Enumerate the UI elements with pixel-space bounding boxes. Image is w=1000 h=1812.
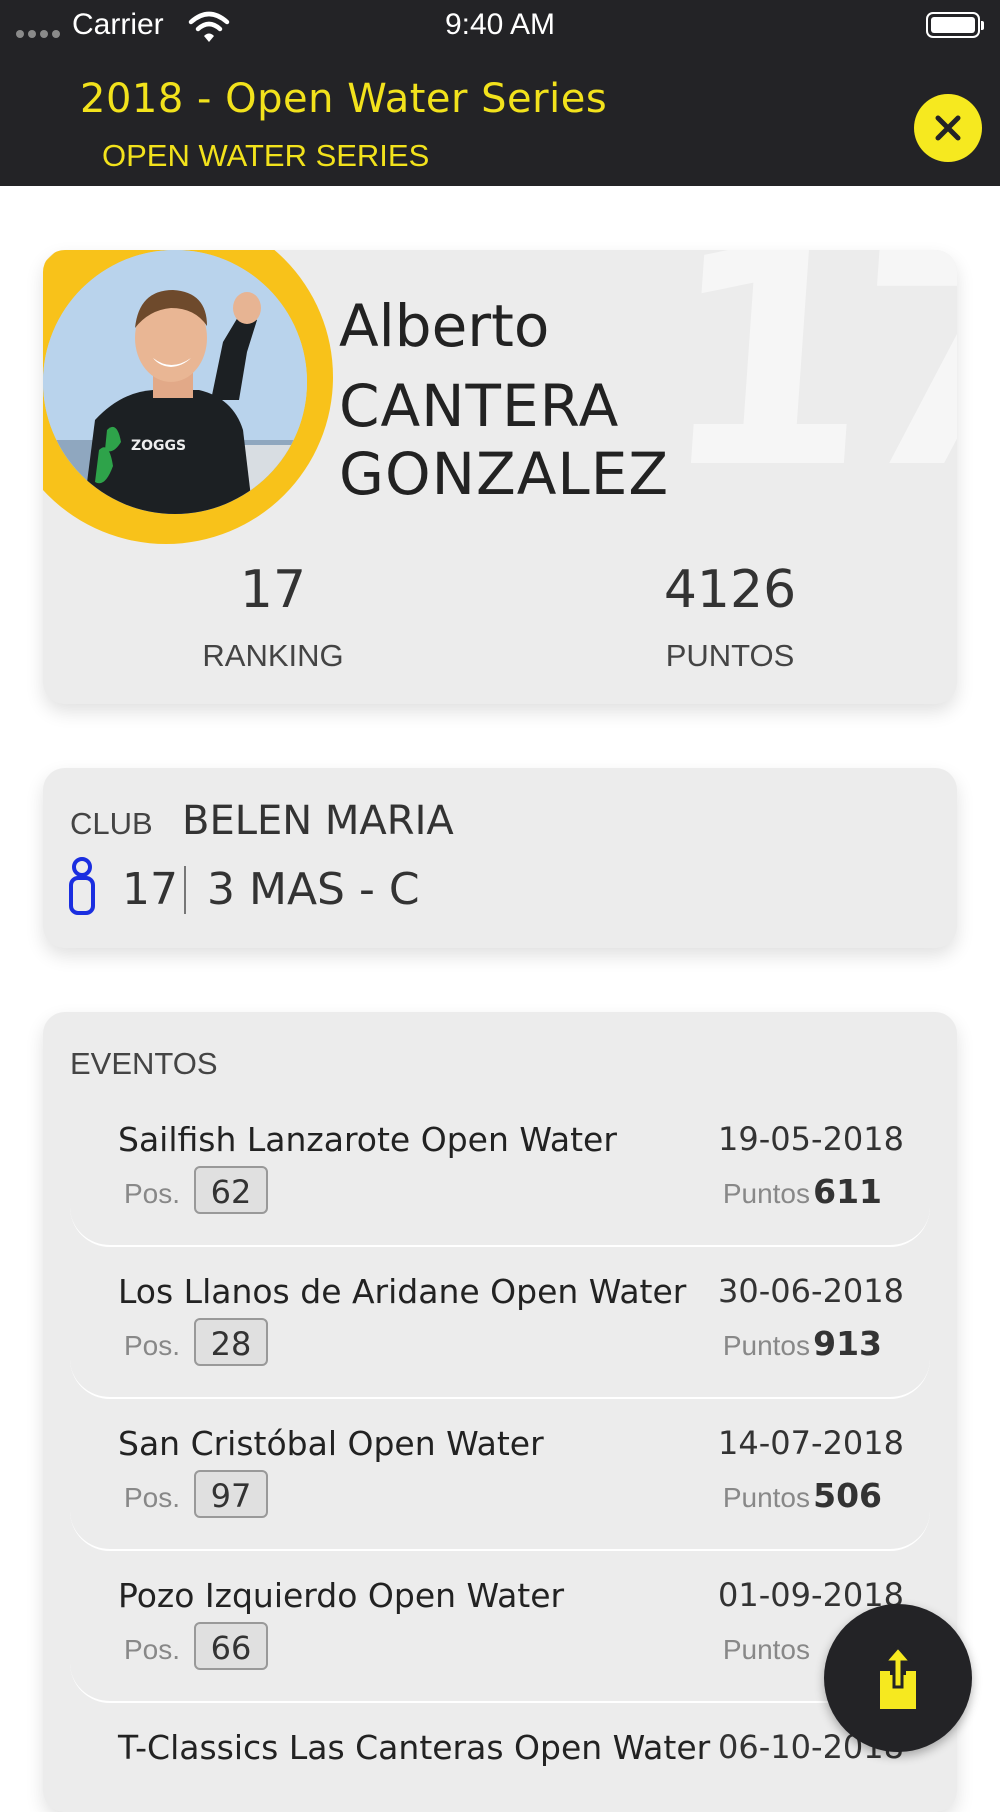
points-label: Puntos xyxy=(722,1330,810,1361)
athlete-card: 17 ZOGGS Alberto CANTERA GONZALEZ 17 RAN… xyxy=(43,250,957,704)
position-label: Pos. xyxy=(124,1482,181,1513)
event-date: 30-06-2018 xyxy=(718,1272,904,1310)
event-name: T-Classics Las Canteras Open Water xyxy=(118,1728,711,1767)
ranking-label: RANKING xyxy=(202,638,344,673)
club-name: BELEN MARIA xyxy=(182,798,454,844)
battery-icon xyxy=(926,12,984,38)
points-label: Puntos xyxy=(722,1482,810,1513)
page-subtitle: OPEN WATER SERIES xyxy=(102,138,430,173)
share-icon xyxy=(880,1645,916,1709)
page-title: 2018 - Open Water Series xyxy=(80,76,608,122)
athlete-category: 3 MAS - C xyxy=(207,864,420,915)
clock: 9:40 AM xyxy=(444,8,556,41)
person-icon xyxy=(69,857,95,915)
position-label: Pos. xyxy=(124,1330,181,1361)
position-badge: 28 xyxy=(194,1318,268,1366)
event-row[interactable]: Sailfish Lanzarote Open Water 19-05-2018… xyxy=(70,1120,930,1247)
points-value: 4126 xyxy=(663,560,797,620)
event-name: San Cristóbal Open Water xyxy=(118,1424,544,1463)
points-label: Puntos xyxy=(722,1178,810,1209)
event-points: 611 xyxy=(813,1172,882,1211)
avatar-ring: ZOGGS xyxy=(43,250,333,544)
events-card: EVENTOS Sailfish Lanzarote Open Water 19… xyxy=(43,1012,957,1812)
position-badge: 66 xyxy=(194,1622,268,1670)
app-header: 2018 - Open Water Series OPEN WATER SERI… xyxy=(0,52,1000,186)
event-name: Pozo Izquierdo Open Water xyxy=(118,1576,565,1615)
event-points: 506 xyxy=(813,1476,882,1515)
athlete-age: 17 xyxy=(122,864,178,915)
close-button[interactable] xyxy=(914,94,982,162)
event-points: 913 xyxy=(813,1324,882,1363)
event-name: Sailfish Lanzarote Open Water xyxy=(118,1120,617,1159)
position-badge: 62 xyxy=(194,1166,268,1214)
avatar: ZOGGS xyxy=(43,250,307,514)
athlete-first-name: Alberto xyxy=(339,292,550,360)
position-badge: 97 xyxy=(194,1470,268,1518)
event-row[interactable]: Pozo Izquierdo Open Water 01-09-2018 Pos… xyxy=(70,1576,930,1703)
event-row[interactable]: San Cristóbal Open Water 14-07-2018 Pos.… xyxy=(70,1424,930,1551)
share-button[interactable] xyxy=(824,1604,972,1752)
event-date: 14-07-2018 xyxy=(718,1424,904,1462)
athlete-last-name: CANTERA GONZALEZ xyxy=(339,372,670,508)
points-label: Puntos xyxy=(722,1634,810,1665)
event-row[interactable]: T-Classics Las Canteras Open Water 06-10… xyxy=(70,1728,930,1812)
close-icon xyxy=(935,115,961,141)
club-label: CLUB xyxy=(70,806,153,841)
status-bar: Carrier 9:40 AM xyxy=(0,0,1000,52)
divider xyxy=(184,866,186,914)
position-label: Pos. xyxy=(124,1634,181,1665)
points-label: PUNTOS xyxy=(665,638,795,673)
ranking-value: 17 xyxy=(239,560,307,620)
event-row[interactable]: Los Llanos de Aridane Open Water 30-06-2… xyxy=(70,1272,930,1399)
svg-text:ZOGGS: ZOGGS xyxy=(131,438,186,454)
event-name: Los Llanos de Aridane Open Water xyxy=(118,1272,687,1311)
position-label: Pos. xyxy=(124,1178,181,1209)
events-heading: EVENTOS xyxy=(70,1046,218,1081)
club-card: CLUB BELEN MARIA 17 3 MAS - C xyxy=(43,768,957,948)
event-date: 19-05-2018 xyxy=(718,1120,904,1158)
